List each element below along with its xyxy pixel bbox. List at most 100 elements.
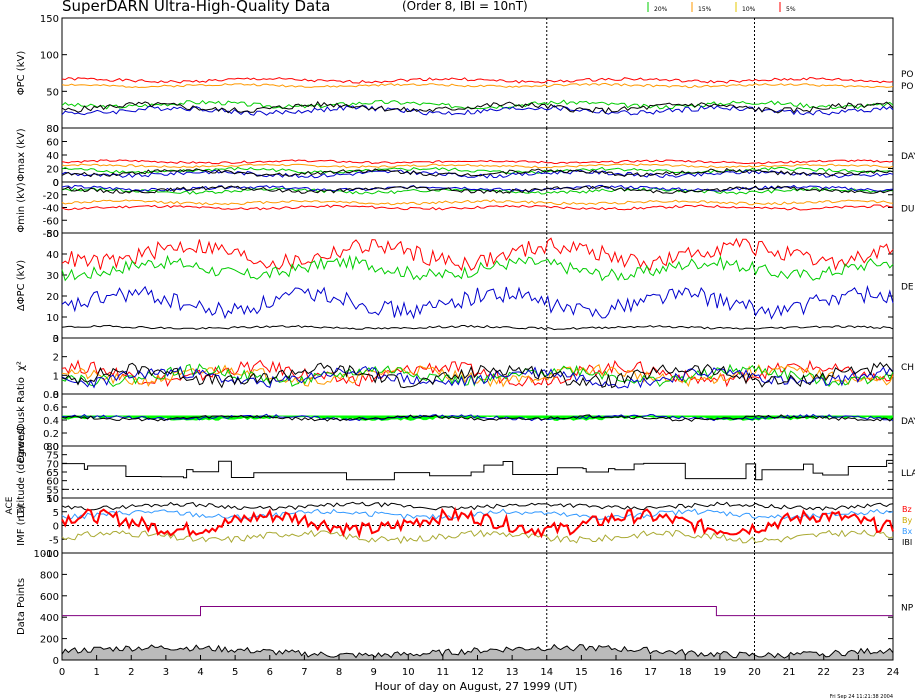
y-tick-label: 400 [40, 613, 59, 624]
panel-right-label: NP [901, 604, 914, 614]
y-tick-label: 600 [40, 592, 59, 603]
panel-right-label: IBI [902, 538, 912, 547]
series-line [61, 324, 894, 331]
y-tick-label: 50 [46, 87, 59, 98]
panel-frame [61, 232, 894, 339]
y-tick-label: 10 [46, 494, 59, 505]
panel-right-label: PO [901, 70, 914, 80]
panel-right-label: DAY [901, 152, 915, 162]
x-tick-label: 11 [437, 667, 450, 678]
y-tick-label: 20 [46, 165, 59, 176]
panel-pts: 0 200 400 600 800 1000 Data Points NP [16, 549, 914, 667]
panel-max: 0 20 40 60 80 Φmax (kV) DAY [16, 124, 915, 189]
x-tick-label: 15 [575, 667, 588, 678]
y-axis-label: IMF (nT) [16, 505, 27, 546]
y-tick-label: 200 [40, 635, 59, 646]
series-line [61, 284, 894, 320]
x-tick-label: 24 [887, 667, 900, 678]
y-tick-label: 0.2 [43, 429, 59, 440]
x-tick-label: 2 [128, 667, 134, 678]
x-tick-label: 6 [267, 667, 273, 678]
y-tick-label: 80 [46, 124, 59, 135]
panel-frame [61, 127, 894, 183]
x-tick-label: 19 [714, 667, 727, 678]
y-tick-label: 5 [53, 508, 59, 519]
panel-right-label: Bx [902, 527, 912, 536]
panel-pc: 050100150ΦPC (kV) POPO [16, 14, 914, 135]
x-tick-label: 21 [783, 667, 796, 678]
panel-right-label: By [902, 516, 912, 525]
y-axis-label-2: ACE [5, 496, 15, 514]
series-line [61, 199, 894, 206]
series-line [61, 185, 894, 194]
y-tick-label: 30 [46, 271, 59, 282]
y-tick-label: 800 [40, 570, 59, 581]
legend-label: 20% [654, 6, 668, 13]
x-tick-label: 10 [402, 667, 415, 678]
y-axis-label: Data Points [16, 578, 27, 635]
y-axis-label: ΦPC (kV) [16, 51, 27, 96]
y-tick-label: 80 [46, 442, 59, 453]
y-tick-label: 10 [46, 313, 59, 324]
y-tick-label: 40 [46, 250, 59, 261]
y-tick-label: 100 [40, 51, 59, 62]
panel-ratio: 0.00.20.40.60.8Dawn/Dusk RatioDAY [16, 377, 915, 463]
panel-frame [61, 17, 894, 129]
x-tick-label: 18 [679, 667, 692, 678]
y-tick-label: 0.8 [43, 390, 59, 401]
series-line [61, 99, 894, 110]
y-tick-label: 0.4 [43, 416, 59, 427]
y-tick-label: 1000 [34, 549, 59, 560]
x-axis-label: Hour of day on August, 27 1999 (UT) [375, 680, 578, 693]
x-tick-label: 8 [336, 667, 342, 678]
y-tick-label: 0 [53, 178, 59, 189]
series-line [61, 100, 894, 115]
legend-label: 10% [742, 6, 756, 13]
x-tick-label: 23 [852, 667, 865, 678]
superdarn-figure: SuperDARN Ultra-High-Quality Data (Order… [5, 0, 915, 700]
y-tick-label: -20 [43, 191, 59, 202]
x-tick-label: 20 [748, 667, 761, 678]
series-line [61, 204, 894, 211]
y-tick-label: 1 [53, 371, 59, 382]
y-tick-label: -60 [43, 216, 59, 227]
data-points-step-line [62, 606, 893, 617]
y-tick-label: 40 [46, 151, 59, 162]
series-line [61, 529, 894, 545]
figure-subtitle: (Order 8, IBI = 10nT) [402, 0, 528, 13]
x-tick-label: 22 [817, 667, 830, 678]
series-line [61, 82, 894, 89]
y-tick-label: 60 [46, 138, 59, 149]
panels: 050100150ΦPC (kV) POPO020406080Φmax (kV) D… [5, 14, 915, 678]
series-line [61, 508, 894, 521]
panel-lat: 50556065707580Latitude (degrees) LLA [16, 426, 915, 518]
legend-label: 15% [698, 6, 712, 13]
y-tick-label: 3 [53, 334, 59, 345]
y-axis-label: Φmin (kV) [16, 182, 27, 232]
x-tick-label: 12 [471, 667, 484, 678]
panel-min: 0-20-40-60-80Φmin (kV) DU [16, 178, 915, 240]
series-line [61, 159, 894, 165]
y-tick-label: -40 [43, 204, 59, 215]
y-tick-label: 50 [46, 229, 59, 240]
y-tick-label: 150 [40, 14, 59, 25]
y-axis-label: ΔΦPC (kV) [16, 260, 27, 311]
y-tick-label: 0 [53, 656, 59, 667]
series-line [62, 459, 894, 481]
legend-label: 5% [786, 6, 796, 13]
x-tick-label: 3 [163, 667, 169, 678]
panel-right-label: Bz [902, 505, 912, 514]
panel-chi: 0123χ² CH [16, 334, 914, 401]
figure-title: SuperDARN Ultra-High-Quality Data [62, 0, 330, 15]
x-tick-label: 0 [59, 667, 65, 678]
x-tick-label: 16 [610, 667, 623, 678]
series-line [61, 254, 894, 282]
y-tick-label: 20 [46, 292, 59, 303]
y-axis-label: Φmax (kV) [16, 128, 27, 181]
series-line [61, 237, 894, 272]
y-axis-label: Latitude (degrees) [16, 426, 27, 518]
y-tick-label: -5 [49, 535, 59, 546]
series-line [61, 163, 894, 169]
panel-right-label: LLA [901, 469, 915, 479]
series-line [61, 104, 894, 116]
